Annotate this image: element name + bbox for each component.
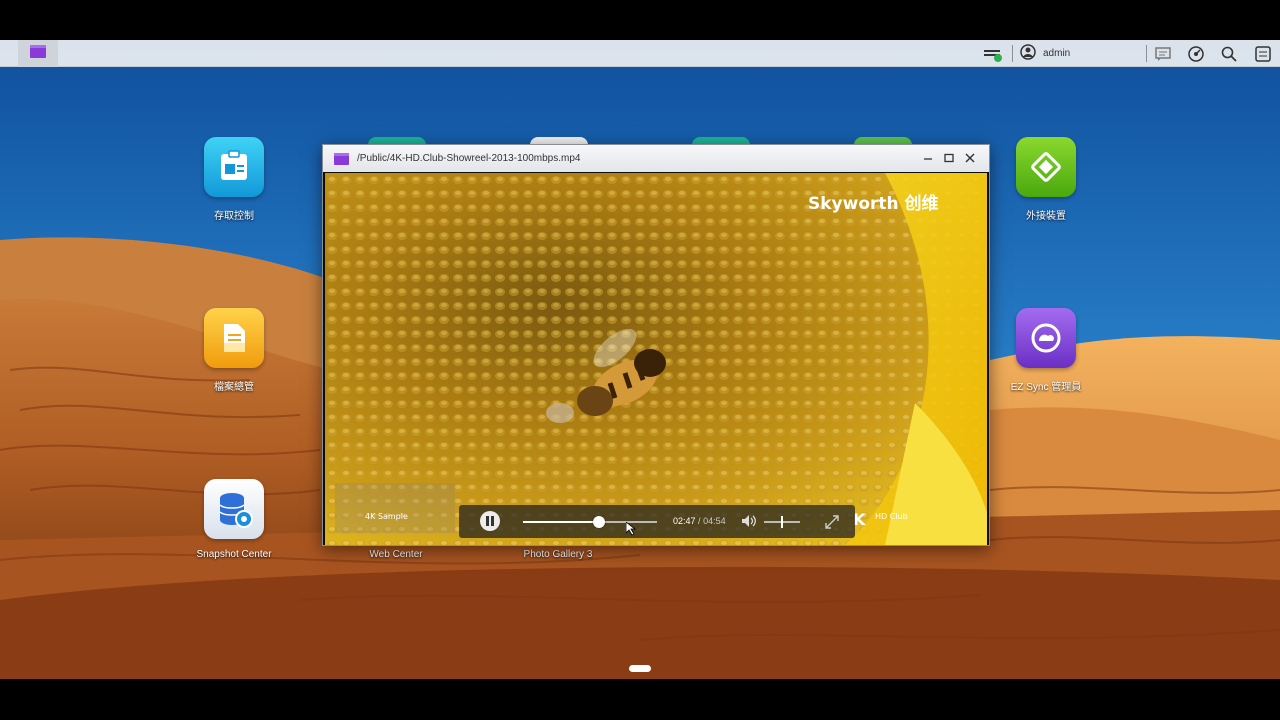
duration: 04:54 (703, 516, 726, 526)
app-ez-sync[interactable]: EZ Sync 管理員 (991, 308, 1101, 393)
notifications-icon[interactable] (1152, 43, 1174, 65)
video-player-icon (30, 44, 46, 63)
ez-sync-icon (1016, 308, 1076, 368)
close-button[interactable] (963, 151, 977, 165)
video-player-window[interactable]: /Public/4K-HD.Club-Showreel-2013-100mbps… (322, 144, 990, 546)
app-label: 外接裝置 (1026, 211, 1066, 222)
external-device-icon (1016, 137, 1076, 197)
app-external-device[interactable]: 外接裝置 (991, 137, 1101, 222)
app-label: Snapshot Center (196, 549, 272, 560)
time-display: 02:47 / 04:54 (673, 516, 726, 526)
volume-handle[interactable] (781, 516, 783, 528)
access-control-icon (204, 137, 264, 197)
playback-controls: 02:47 / 04:54 (459, 505, 855, 538)
overlay-left-text: 4K Sample (365, 512, 408, 521)
page-indicator[interactable] (629, 665, 651, 672)
watermark-text: Skyworth 创维 (808, 193, 939, 214)
resource-monitor-icon[interactable] (1185, 43, 1207, 65)
app-label: Photo Gallery 3 (523, 549, 593, 560)
app-label: Web Center (369, 549, 423, 560)
volume-slider[interactable] (764, 516, 800, 528)
network-status-icon[interactable] (982, 43, 1004, 65)
video-frame[interactable]: Skyworth 创维 4K Sample HD Club K 02:47 / … (325, 173, 987, 545)
mouse-cursor-icon (626, 522, 636, 536)
user-avatar-icon (1020, 44, 1036, 63)
current-time: 02:47 (673, 516, 696, 526)
seek-progress (523, 521, 600, 523)
app-snapshot-center[interactable]: Snapshot Center (179, 479, 289, 560)
volume-icon[interactable] (741, 514, 757, 533)
user-name: admin (1043, 48, 1071, 59)
overlay-right-text: HD Club (875, 512, 908, 521)
window-title: /Public/4K-HD.Club-Showreel-2013-100mbps… (357, 153, 581, 164)
maximize-button[interactable] (942, 151, 956, 165)
screen: admin 存取控制 外接裝置 檔案總管 EZ Sync 管理員 Snapsho… (0, 0, 1280, 720)
search-icon[interactable] (1218, 43, 1240, 65)
taskbar-separator (1012, 45, 1013, 62)
app-label: EZ Sync 管理員 (1010, 382, 1082, 393)
taskbar: admin (0, 40, 1280, 67)
pause-button[interactable] (479, 510, 501, 537)
taskbar-separator (1146, 45, 1147, 62)
seek-handle[interactable] (593, 516, 606, 528)
user-menu[interactable]: admin (1020, 40, 1070, 67)
snapshot-center-icon (204, 479, 264, 539)
fullscreen-icon[interactable] (825, 515, 839, 534)
time-separator: / (698, 516, 701, 526)
sunflower-bee-image: Skyworth 创维 4K Sample HD Club K (325, 173, 987, 545)
minimize-button[interactable] (921, 151, 935, 165)
window-titlebar[interactable]: /Public/4K-HD.Club-Showreel-2013-100mbps… (323, 145, 989, 172)
app-label: 存取控制 (214, 211, 254, 222)
app-label: 檔案總管 (214, 382, 254, 393)
dashboard-icon[interactable] (1252, 43, 1274, 65)
file-explorer-icon (204, 308, 264, 368)
desktop: admin 存取控制 外接裝置 檔案總管 EZ Sync 管理員 Snapsho… (0, 40, 1280, 679)
taskbar-app-video-player[interactable] (18, 40, 58, 67)
video-player-icon (334, 152, 349, 165)
app-access-control[interactable]: 存取控制 (179, 137, 289, 222)
app-file-explorer[interactable]: 檔案總管 (179, 308, 289, 393)
seek-bar[interactable] (523, 516, 657, 528)
